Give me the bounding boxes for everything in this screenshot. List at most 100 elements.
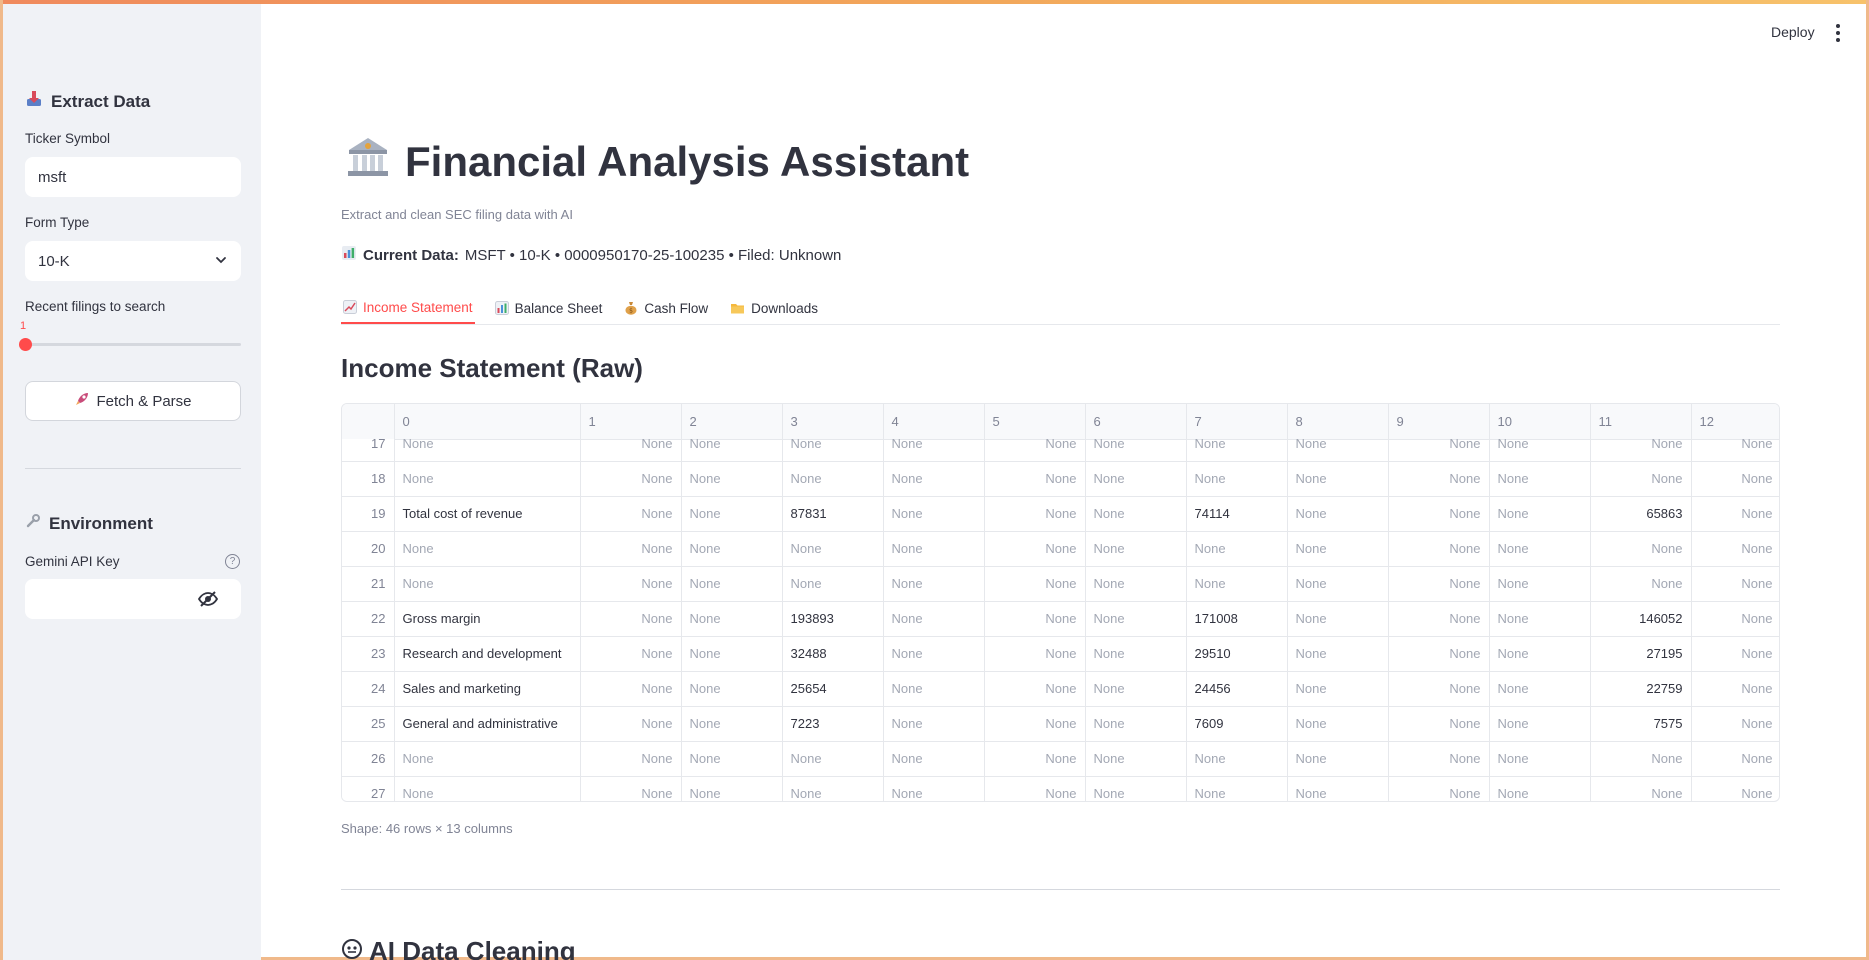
table-cell[interactable]: None	[1287, 439, 1389, 462]
table-cell[interactable]: None	[1590, 439, 1692, 462]
table-cell[interactable]: None	[1590, 566, 1692, 602]
table-cell[interactable]: None	[1186, 776, 1288, 801]
ticker-input[interactable]: msft	[25, 157, 241, 197]
table-cell[interactable]: None	[1489, 706, 1591, 742]
table-cell[interactable]: None	[681, 531, 783, 567]
table-cell[interactable]: None	[681, 566, 783, 602]
table-cell[interactable]: None	[1287, 461, 1389, 497]
table-cell[interactable]: None	[681, 636, 783, 672]
table-cell[interactable]: None	[782, 566, 884, 602]
table-cell[interactable]: None	[984, 531, 1086, 567]
table-cell[interactable]: None	[1186, 741, 1288, 777]
table-cell[interactable]: None	[883, 461, 985, 497]
table-cell[interactable]: None	[1489, 566, 1591, 602]
table-row[interactable]: 26 None None None None None None None None None No…	[342, 741, 1779, 777]
table-cell[interactable]: None	[681, 496, 783, 532]
table-cell[interactable]: None	[1186, 566, 1288, 602]
table-cell[interactable]: 32488	[782, 636, 884, 672]
table-row[interactable]: 18 None None None None None None None None None No…	[342, 461, 1779, 497]
table-cell[interactable]: None	[883, 706, 985, 742]
table-cell[interactable]: None	[1489, 439, 1591, 462]
table-cell[interactable]: None	[1287, 496, 1389, 532]
table-cell[interactable]: 22759	[1590, 671, 1692, 707]
table-cell[interactable]: None	[984, 706, 1086, 742]
table-cell[interactable]: None	[883, 566, 985, 602]
table-cell[interactable]: None	[1085, 636, 1187, 672]
table-cell[interactable]: None	[1287, 531, 1389, 567]
table-row[interactable]: 23 Research and development None None 32488 N…	[342, 636, 1779, 672]
table-cell[interactable]: 25654	[782, 671, 884, 707]
table-cell[interactable]: None	[1489, 671, 1591, 707]
table-cell[interactable]: None	[1287, 601, 1389, 637]
table-cell[interactable]: 7609	[1186, 706, 1288, 742]
column-header[interactable]: 12	[1691, 404, 1779, 440]
table-cell[interactable]: 7575	[1590, 706, 1692, 742]
table-cell[interactable]: None	[984, 776, 1086, 801]
table-cell[interactable]: None	[1691, 496, 1779, 532]
column-header[interactable]: 4	[883, 404, 985, 440]
table-cell[interactable]: None	[782, 461, 884, 497]
table-row[interactable]: 17 None None None None None None None None None No…	[342, 439, 1779, 462]
table-cell[interactable]: None	[1691, 531, 1779, 567]
table-cell[interactable]: None	[580, 439, 682, 462]
table-cell[interactable]: Gross margin	[394, 601, 581, 637]
table-cell[interactable]: None	[883, 439, 985, 462]
table-cell[interactable]: None	[1186, 461, 1288, 497]
data-table[interactable]: 0 1 2 3 4 5 6 7 8 9 10 11 12 17 None None None None None N…	[341, 403, 1780, 802]
form-type-select[interactable]: 10-K	[25, 241, 241, 281]
table-cell[interactable]: None	[1287, 741, 1389, 777]
table-cell[interactable]: None	[1287, 636, 1389, 672]
table-cell[interactable]: None	[984, 601, 1086, 637]
table-cell[interactable]: None	[580, 461, 682, 497]
table-cell[interactable]: None	[1287, 671, 1389, 707]
table-cell[interactable]: None	[1691, 461, 1779, 497]
table-cell[interactable]: None	[1186, 439, 1288, 462]
table-cell[interactable]: None	[1489, 496, 1591, 532]
table-cell[interactable]: None	[782, 776, 884, 801]
table-cell[interactable]: None	[681, 776, 783, 801]
filings-slider-thumb[interactable]	[19, 338, 32, 351]
column-header[interactable]: 11	[1590, 404, 1692, 440]
table-cell[interactable]: None	[1085, 741, 1187, 777]
table-cell[interactable]: None	[1388, 461, 1490, 497]
table-cell[interactable]: None	[1085, 566, 1187, 602]
table-cell[interactable]: None	[580, 636, 682, 672]
table-cell[interactable]: General and administrative	[394, 706, 581, 742]
table-cell[interactable]: None	[1489, 531, 1591, 567]
table-cell[interactable]: None	[1287, 566, 1389, 602]
table-cell[interactable]: 65863	[1590, 496, 1692, 532]
table-cell[interactable]: 27195	[1590, 636, 1692, 672]
table-cell[interactable]: None	[681, 741, 783, 777]
table-cell[interactable]: None	[782, 531, 884, 567]
table-cell[interactable]: None	[1085, 439, 1187, 462]
table-cell[interactable]: None	[1590, 741, 1692, 777]
table-cell[interactable]: None	[984, 461, 1086, 497]
help-icon[interactable]: ?	[225, 554, 240, 569]
table-cell[interactable]: None	[1590, 776, 1692, 801]
table-cell[interactable]: None	[394, 439, 581, 462]
table-cell[interactable]: None	[1085, 496, 1187, 532]
tab-downloads[interactable]: Downloads	[728, 292, 820, 324]
table-cell[interactable]: None	[782, 741, 884, 777]
api-key-input[interactable]	[25, 579, 241, 619]
table-cell[interactable]: None	[580, 566, 682, 602]
table-row[interactable]: 25 General and administrative None None 7223…	[342, 706, 1779, 742]
table-body[interactable]: 17 None None None None None None None None None No…	[342, 439, 1779, 801]
table-cell[interactable]: 24456	[1186, 671, 1288, 707]
table-cell[interactable]: None	[1691, 776, 1779, 801]
table-cell[interactable]: None	[984, 636, 1086, 672]
table-cell[interactable]: 29510	[1186, 636, 1288, 672]
table-cell[interactable]: 193893	[782, 601, 884, 637]
table-cell[interactable]: None	[1691, 741, 1779, 777]
table-cell[interactable]: None	[1691, 671, 1779, 707]
table-row[interactable]: 27 None None None None None None None None None No…	[342, 776, 1779, 801]
table-cell[interactable]: None	[1388, 566, 1490, 602]
table-cell[interactable]: None	[1590, 461, 1692, 497]
table-cell[interactable]: None	[580, 706, 682, 742]
table-cell[interactable]: None	[681, 706, 783, 742]
table-row[interactable]: 24 Sales and marketing None None 25654 None No…	[342, 671, 1779, 707]
table-cell[interactable]: None	[1085, 706, 1187, 742]
table-cell[interactable]: None	[1085, 531, 1187, 567]
table-cell[interactable]: None	[984, 566, 1086, 602]
tab-cash-flow[interactable]: $ Cash Flow	[622, 292, 710, 324]
